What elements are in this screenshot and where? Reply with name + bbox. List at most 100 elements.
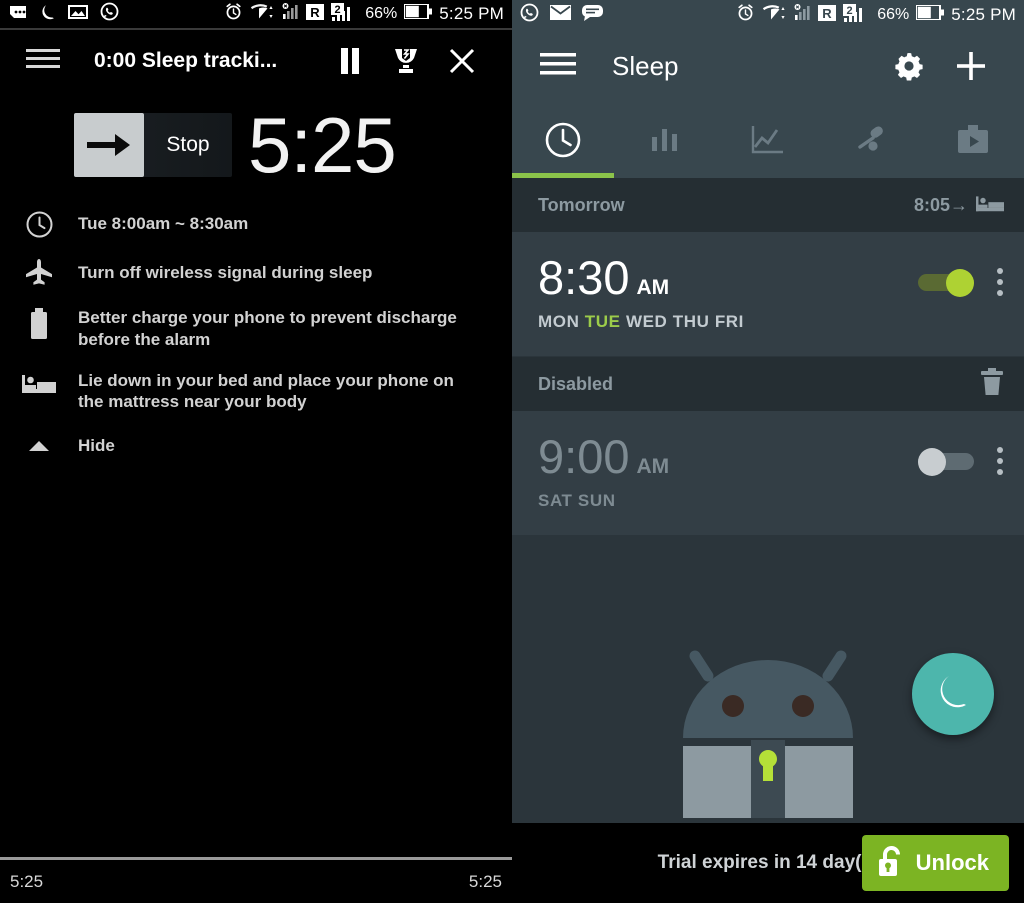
- empty-area: [512, 536, 1024, 823]
- tomorrow-section-header: Tomorrow 8:05→: [512, 178, 1024, 232]
- info-row-text: Turn off wireless signal during sleep: [78, 262, 373, 282]
- bed-icon: [976, 193, 1004, 218]
- bed-icon: [0, 369, 78, 395]
- info-row-text: Lie down in your bed and place your phon…: [78, 370, 454, 412]
- alarm-toggle-830[interactable]: [918, 269, 974, 297]
- alarm-day: SUN: [577, 491, 616, 510]
- right-status-system-icons: R 2 66% 5:25 PM: [736, 3, 1016, 27]
- signal-no-service-icon: [282, 3, 299, 25]
- battery-percent-label: 66%: [877, 6, 910, 23]
- moon-icon: [935, 671, 971, 718]
- clock-icon: [0, 209, 78, 238]
- notification-header: 0:00 Sleep tracki...: [0, 30, 512, 92]
- sim2-signal-icon: 2: [843, 3, 870, 27]
- alarm-controls: [918, 433, 1004, 476]
- alarm-time-value: 9:00: [538, 430, 630, 483]
- unlock-label: Unlock: [915, 850, 989, 875]
- arrow-right-icon[interactable]: [74, 113, 144, 178]
- disabled-section-header: Disabled: [512, 357, 1024, 411]
- start-sleep-tracking-fab[interactable]: [912, 653, 994, 735]
- lullaby-icon[interactable]: [378, 47, 434, 75]
- tab-addons[interactable]: [922, 102, 1024, 178]
- email-icon: [550, 5, 571, 25]
- left-status-system-icons: R 2 66% 5:25 PM: [224, 2, 504, 26]
- notification-footer: 5:25 5:25: [0, 857, 512, 903]
- sim2-signal-icon: 2: [331, 2, 358, 26]
- alarm-time: 8:30 AM: [538, 254, 918, 301]
- gear-icon[interactable]: [878, 50, 940, 82]
- message-dots-icon: [8, 4, 28, 25]
- info-row-text: Hide: [78, 435, 115, 455]
- close-icon[interactable]: [434, 48, 490, 74]
- hamburger-icon[interactable]: [26, 48, 60, 75]
- trash-icon[interactable]: [980, 367, 1004, 401]
- footer-right-time: 5:25: [468, 871, 502, 891]
- wifi-icon: [762, 4, 787, 27]
- notification-title: 0:00 Sleep tracki...: [94, 49, 278, 72]
- alarm-icon: [224, 2, 243, 26]
- signal-no-service-icon: [794, 4, 811, 26]
- alarm-row-disabled[interactable]: 9:00 AM SAT SUN: [512, 411, 1024, 536]
- roaming-icon: R: [818, 4, 837, 27]
- tab-noise[interactable]: [819, 102, 921, 178]
- alarm-day: WED: [625, 312, 668, 331]
- battery-percent-label: 66%: [365, 5, 398, 22]
- info-row-battery: Better charge your phone to prevent disc…: [0, 297, 512, 360]
- left-status-notification-icons: [8, 2, 119, 26]
- left-screen-notification-shade: R 2 66% 5:25 PM 0:00 Sleep tracki... Sto…: [0, 0, 512, 903]
- alarm-time: 9:00 AM: [538, 433, 918, 480]
- left-status-bar: R 2 66% 5:25 PM: [0, 0, 512, 30]
- info-row-schedule: Tue 8:00am ~ 8:30am: [0, 200, 512, 247]
- battery-icon: [403, 3, 433, 24]
- android-robot-icon: [663, 628, 873, 823]
- alarm-toggle-900[interactable]: [918, 448, 974, 476]
- tomorrow-time: 8:05→: [913, 194, 968, 215]
- battery-icon: [0, 306, 78, 340]
- page-title: Sleep: [612, 50, 679, 81]
- tab-alarms[interactable]: [512, 102, 615, 178]
- chevron-up-icon[interactable]: [0, 437, 78, 453]
- alarm-info: 8:30 AM MON TUE WED THU FRI: [538, 254, 918, 332]
- hamburger-icon[interactable]: [540, 52, 576, 81]
- right-screen-sleep-app: R 2 66% 5:25 PM Sleep Tomorrow 8:05→ 8:3…: [512, 0, 1024, 903]
- svg-text:R: R: [823, 6, 833, 21]
- tab-bar: [512, 102, 1024, 178]
- info-row-bed: Lie down in your bed and place your phon…: [0, 360, 512, 423]
- stop-slider-row: Stop 5:25: [0, 101, 512, 189]
- tomorrow-bedtime: 8:05→: [914, 193, 1004, 218]
- kebab-menu-icon[interactable]: [996, 268, 1004, 296]
- kebab-menu-icon[interactable]: [996, 447, 1004, 475]
- plus-icon[interactable]: [940, 50, 1002, 82]
- alarm-day-highlight: TUE: [584, 312, 621, 331]
- unlock-button[interactable]: Unlock: [861, 835, 1009, 891]
- big-clock: 5:25: [248, 101, 397, 189]
- right-status-notification-icons: [520, 3, 603, 27]
- alarm-info: 9:00 AM SAT SUN: [538, 433, 918, 511]
- app-toolbar: Sleep: [512, 30, 1024, 102]
- stop-slider[interactable]: Stop: [74, 113, 232, 178]
- info-row-hide[interactable]: Hide: [0, 422, 512, 468]
- trial-text: Trial expires in 14 day(s): [657, 852, 879, 873]
- toggle-knob: [946, 269, 974, 297]
- pause-icon[interactable]: [322, 48, 378, 74]
- trial-bar: Trial expires in 14 day(s) Unlock: [512, 823, 1024, 903]
- stop-label: Stop: [166, 133, 210, 157]
- alarm-day: THU: [672, 312, 710, 331]
- airplane-icon: [0, 256, 78, 288]
- delete-disabled-group[interactable]: [980, 367, 1004, 401]
- alarm-days: SAT SUN: [538, 491, 918, 511]
- disabled-label: Disabled: [538, 373, 614, 394]
- right-status-bar: R 2 66% 5:25 PM: [512, 0, 1024, 30]
- tab-stats[interactable]: [614, 102, 716, 178]
- alarm-ampm: AM: [636, 455, 670, 478]
- info-list: Tue 8:00am ~ 8:30am Turn off wireless si…: [0, 200, 512, 468]
- whatsapp-icon: [100, 2, 119, 26]
- info-row-text: Tue 8:00am ~ 8:30am: [78, 214, 249, 234]
- sms-icon: [582, 4, 603, 26]
- dual-screenshot-container: R 2 66% 5:25 PM 0:00 Sleep tracki... Sto…: [0, 0, 1024, 903]
- footer-left-time: 5:25: [10, 871, 44, 891]
- svg-text:R: R: [311, 5, 321, 20]
- alarm-day: SAT: [538, 491, 573, 510]
- alarm-row-enabled[interactable]: 8:30 AM MON TUE WED THU FRI: [512, 232, 1024, 357]
- tab-graphs[interactable]: [717, 102, 819, 178]
